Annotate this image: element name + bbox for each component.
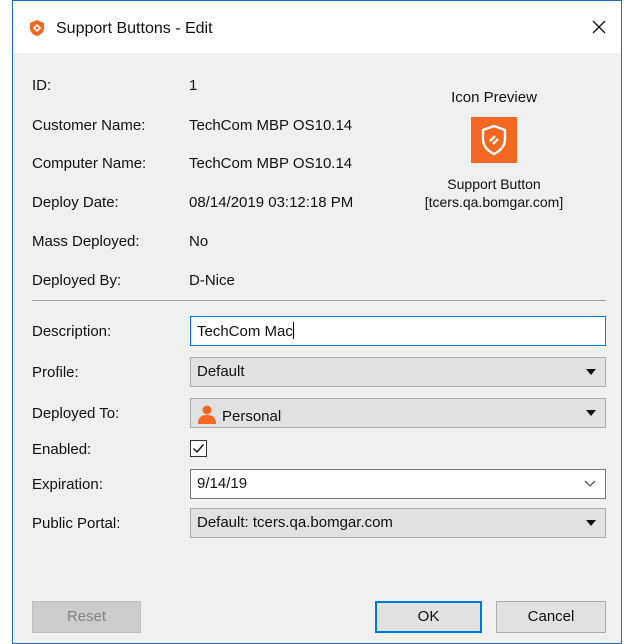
icon-preview-heading: Icon Preview [451, 89, 537, 106]
enabled-checkbox[interactable] [190, 440, 207, 457]
icon-preview-name: Support Button [447, 176, 541, 192]
deploy-date-value: 08/14/2019 03:12:18 PM [189, 194, 354, 211]
dialog-window: Support Buttons - Edit ID: 1 Customer Na… [12, 0, 622, 644]
public-portal-select[interactable]: Default: tcers.qa.bomgar.com [190, 508, 606, 538]
text-caret [292, 322, 294, 339]
profile-select[interactable]: Default [190, 357, 606, 387]
id-value: 1 [189, 77, 198, 94]
mass-deployed-value: No [189, 233, 209, 250]
reset-button[interactable]: Reset [32, 601, 141, 633]
expiration-label: Expiration: [32, 476, 103, 493]
icon-preview-host: [tcers.qa.bomgar.com] [424, 194, 564, 210]
deployed-to-label: Deployed To: [32, 405, 120, 422]
close-icon[interactable] [587, 15, 611, 39]
enabled-label: Enabled: [32, 441, 92, 458]
ok-button[interactable]: OK [375, 601, 482, 633]
section-divider [32, 300, 606, 301]
expiration-date-picker[interactable]: 9/14/19 [190, 469, 606, 499]
customer-name-label: Customer Name: [32, 117, 146, 134]
public-portal-label: Public Portal: [32, 515, 121, 532]
id-label: ID: [32, 77, 52, 94]
dropdown-arrow-icon [586, 410, 596, 416]
deploy-date-label: Deploy Date: [32, 194, 119, 211]
computer-name-label: Computer Name: [32, 155, 147, 172]
dropdown-arrow-icon [586, 520, 596, 526]
description-value: TechCom Mac [197, 323, 293, 340]
profile-value: Default [197, 363, 245, 380]
description-input[interactable]: TechCom Mac [190, 316, 606, 346]
description-label: Description: [32, 323, 112, 340]
deployed-to-select[interactable]: Personal [190, 398, 606, 428]
window-title: Support Buttons - Edit [56, 20, 213, 37]
icon-preview-panel: Icon Preview Support Button [tcers.qa.bo… [399, 89, 589, 211]
customer-name-value: TechCom MBP OS10.14 [189, 117, 353, 134]
dropdown-arrow-icon [586, 369, 596, 375]
checkmark-icon [193, 444, 205, 454]
title-bar: Support Buttons - Edit [13, 1, 621, 53]
deployed-by-value: D-Nice [189, 272, 235, 289]
deployed-by-label: Deployed By: [32, 272, 122, 289]
support-button-shield-icon [471, 117, 517, 163]
chevron-down-icon[interactable] [584, 480, 596, 488]
expiration-value: 9/14/19 [197, 475, 248, 492]
app-shield-icon [30, 20, 44, 36]
profile-label: Profile: [32, 364, 79, 381]
mass-deployed-label: Mass Deployed: [32, 233, 140, 250]
cancel-button[interactable]: Cancel [496, 601, 606, 633]
computer-name-value: TechCom MBP OS10.14 [189, 155, 353, 172]
person-icon [198, 405, 216, 424]
public-portal-value: Default: tcers.qa.bomgar.com [197, 514, 393, 531]
deployed-to-value: Personal [222, 408, 282, 425]
